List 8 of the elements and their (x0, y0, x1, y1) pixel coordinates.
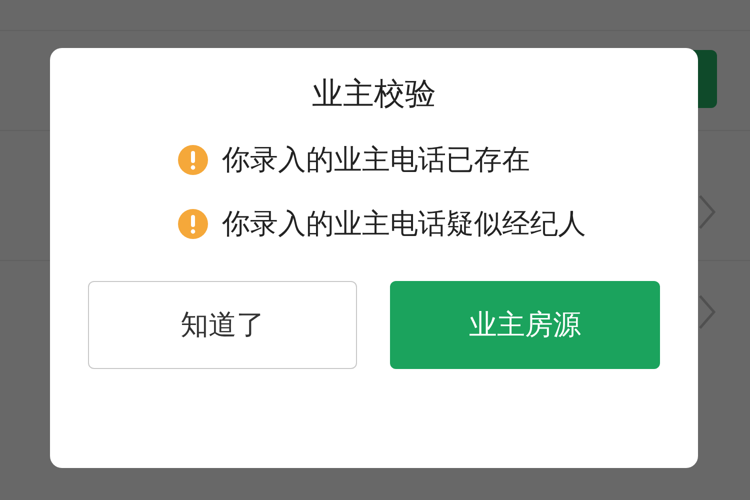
chevron-right-icon (698, 294, 716, 330)
chevron-right-icon (698, 194, 716, 230)
dismiss-button[interactable]: 知道了 (88, 281, 357, 369)
warning-icon (178, 145, 208, 175)
dialog-title: 业主校验 (312, 75, 436, 113)
warning-icon (178, 209, 208, 239)
warning-message: 你录入的业主电话已存在 (222, 143, 530, 177)
warning-message: 你录入的业主电话疑似经纪人 (222, 207, 586, 241)
